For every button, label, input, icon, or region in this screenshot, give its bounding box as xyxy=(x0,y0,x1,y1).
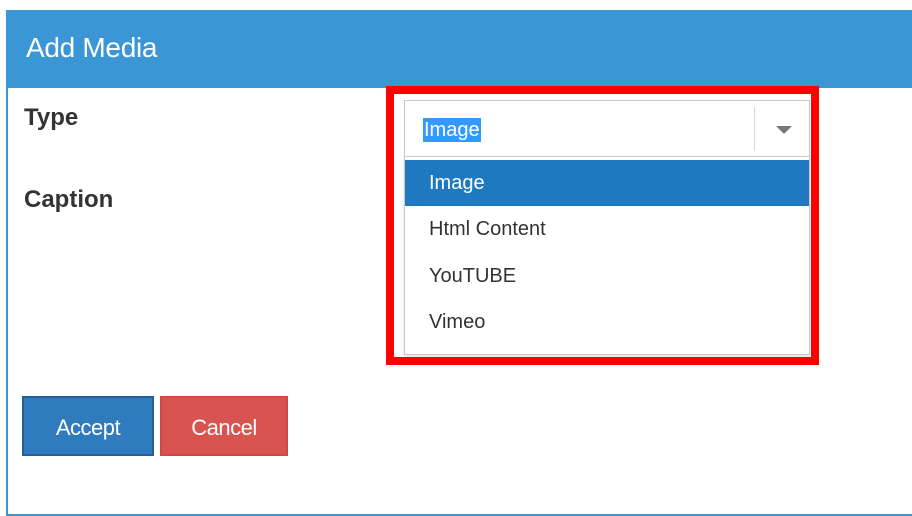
type-select[interactable]: Image xyxy=(404,100,810,156)
caption-label: Caption xyxy=(24,186,114,213)
dialog-title: Add Media xyxy=(26,32,158,63)
chevron-down-icon[interactable] xyxy=(776,126,792,134)
dialog-header: Add Media xyxy=(8,10,912,88)
type-option-image[interactable]: Image xyxy=(405,160,809,206)
type-dropdown-list: Image Html Content YouTUBE Vimeo xyxy=(404,156,810,355)
accept-button[interactable]: Accept xyxy=(22,396,154,456)
type-option-vimeo[interactable]: Vimeo xyxy=(405,299,809,345)
type-option-html-content[interactable]: Html Content xyxy=(405,206,809,252)
type-select-value: Image xyxy=(423,118,481,142)
type-label: Type xyxy=(24,104,79,131)
cancel-button[interactable]: Cancel xyxy=(160,396,288,456)
type-option-youtube[interactable]: YouTUBE xyxy=(405,253,809,299)
select-divider xyxy=(754,107,755,151)
